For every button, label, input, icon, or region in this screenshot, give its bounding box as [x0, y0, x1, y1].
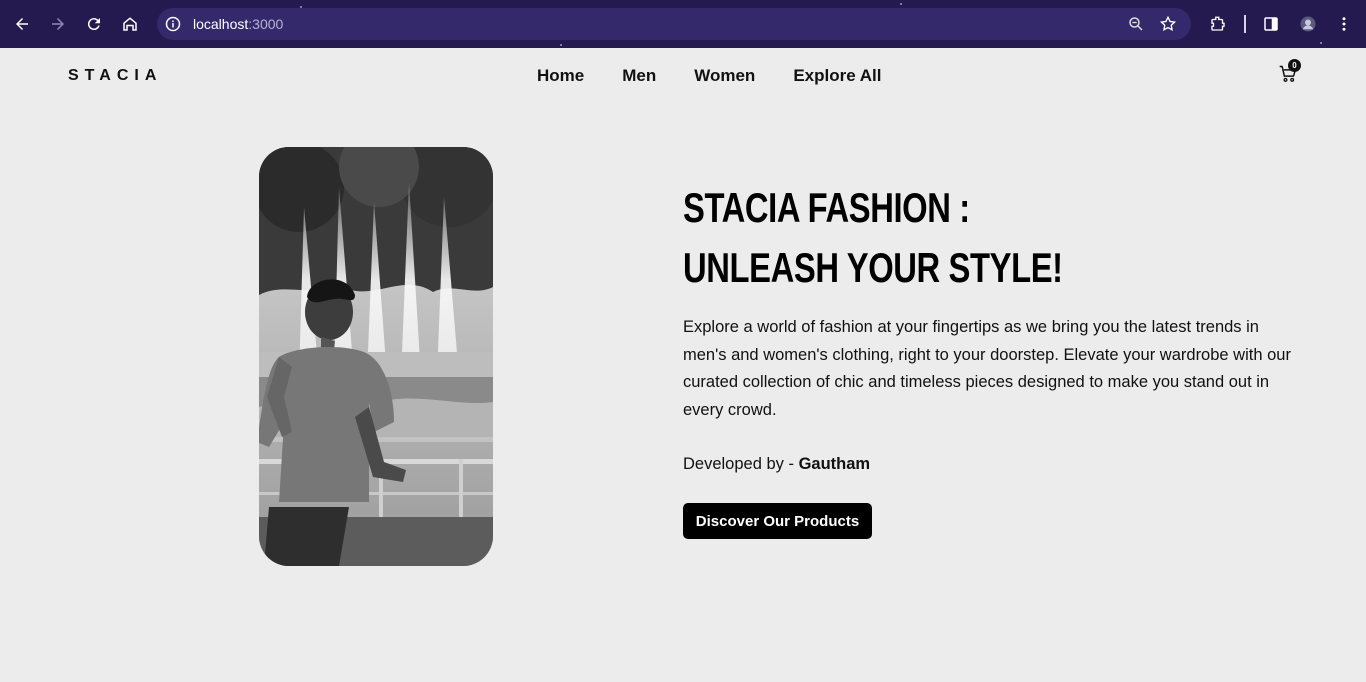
address-bar[interactable]: localhost:3000 — [157, 8, 1191, 40]
developer-name: Gautham — [798, 455, 871, 473]
home-icon[interactable] — [112, 6, 148, 42]
nav-home[interactable]: Home — [537, 66, 584, 86]
url-host: localhost — [193, 16, 249, 32]
back-arrow-icon[interactable] — [4, 6, 40, 42]
hero-title-line2: Unleash Your Style! — [683, 244, 1063, 291]
hero-title-line1: Stacia Fashion : — [683, 184, 970, 231]
developer-prefix: Developed by - — [683, 455, 799, 473]
nav-women[interactable]: Women — [694, 66, 755, 86]
profile-avatar-icon[interactable] — [1290, 6, 1326, 42]
bookmark-star-icon[interactable] — [1159, 15, 1177, 33]
nav-explore-all[interactable]: Explore All — [793, 66, 881, 86]
side-panel-icon[interactable] — [1253, 6, 1289, 42]
zoom-icon[interactable] — [1127, 15, 1145, 33]
site-info-icon[interactable] — [165, 16, 181, 32]
decor-dot — [900, 3, 902, 5]
site-logo[interactable]: STACIA — [68, 67, 162, 85]
developer-credit: Developed by - Gautham — [683, 455, 870, 474]
reload-icon[interactable] — [76, 6, 112, 42]
site-header: STACIA Home Men Women Explore All 0 — [0, 48, 1366, 104]
browser-toolbar: localhost:3000 — [0, 0, 1366, 48]
discover-products-button[interactable]: Discover Our Products — [683, 503, 872, 539]
toolbar-divider — [1244, 15, 1246, 33]
cart-count-badge: 0 — [1288, 59, 1301, 72]
url-port: :3000 — [248, 16, 284, 32]
main-nav: Home Men Women Explore All — [537, 66, 881, 86]
decor-dot — [1320, 42, 1322, 44]
nav-men[interactable]: Men — [622, 66, 656, 86]
extensions-icon[interactable] — [1200, 6, 1236, 42]
hero-photo — [259, 147, 493, 566]
url-text[interactable]: localhost:3000 — [193, 16, 283, 32]
decor-dot — [560, 44, 562, 46]
forward-arrow-icon[interactable] — [40, 6, 76, 42]
hero-description: Explore a world of fashion at your finge… — [683, 318, 1291, 419]
hero-title: Stacia Fashion : Unleash Your Style! — [683, 178, 1182, 298]
menu-dots-icon[interactable] — [1326, 6, 1362, 42]
